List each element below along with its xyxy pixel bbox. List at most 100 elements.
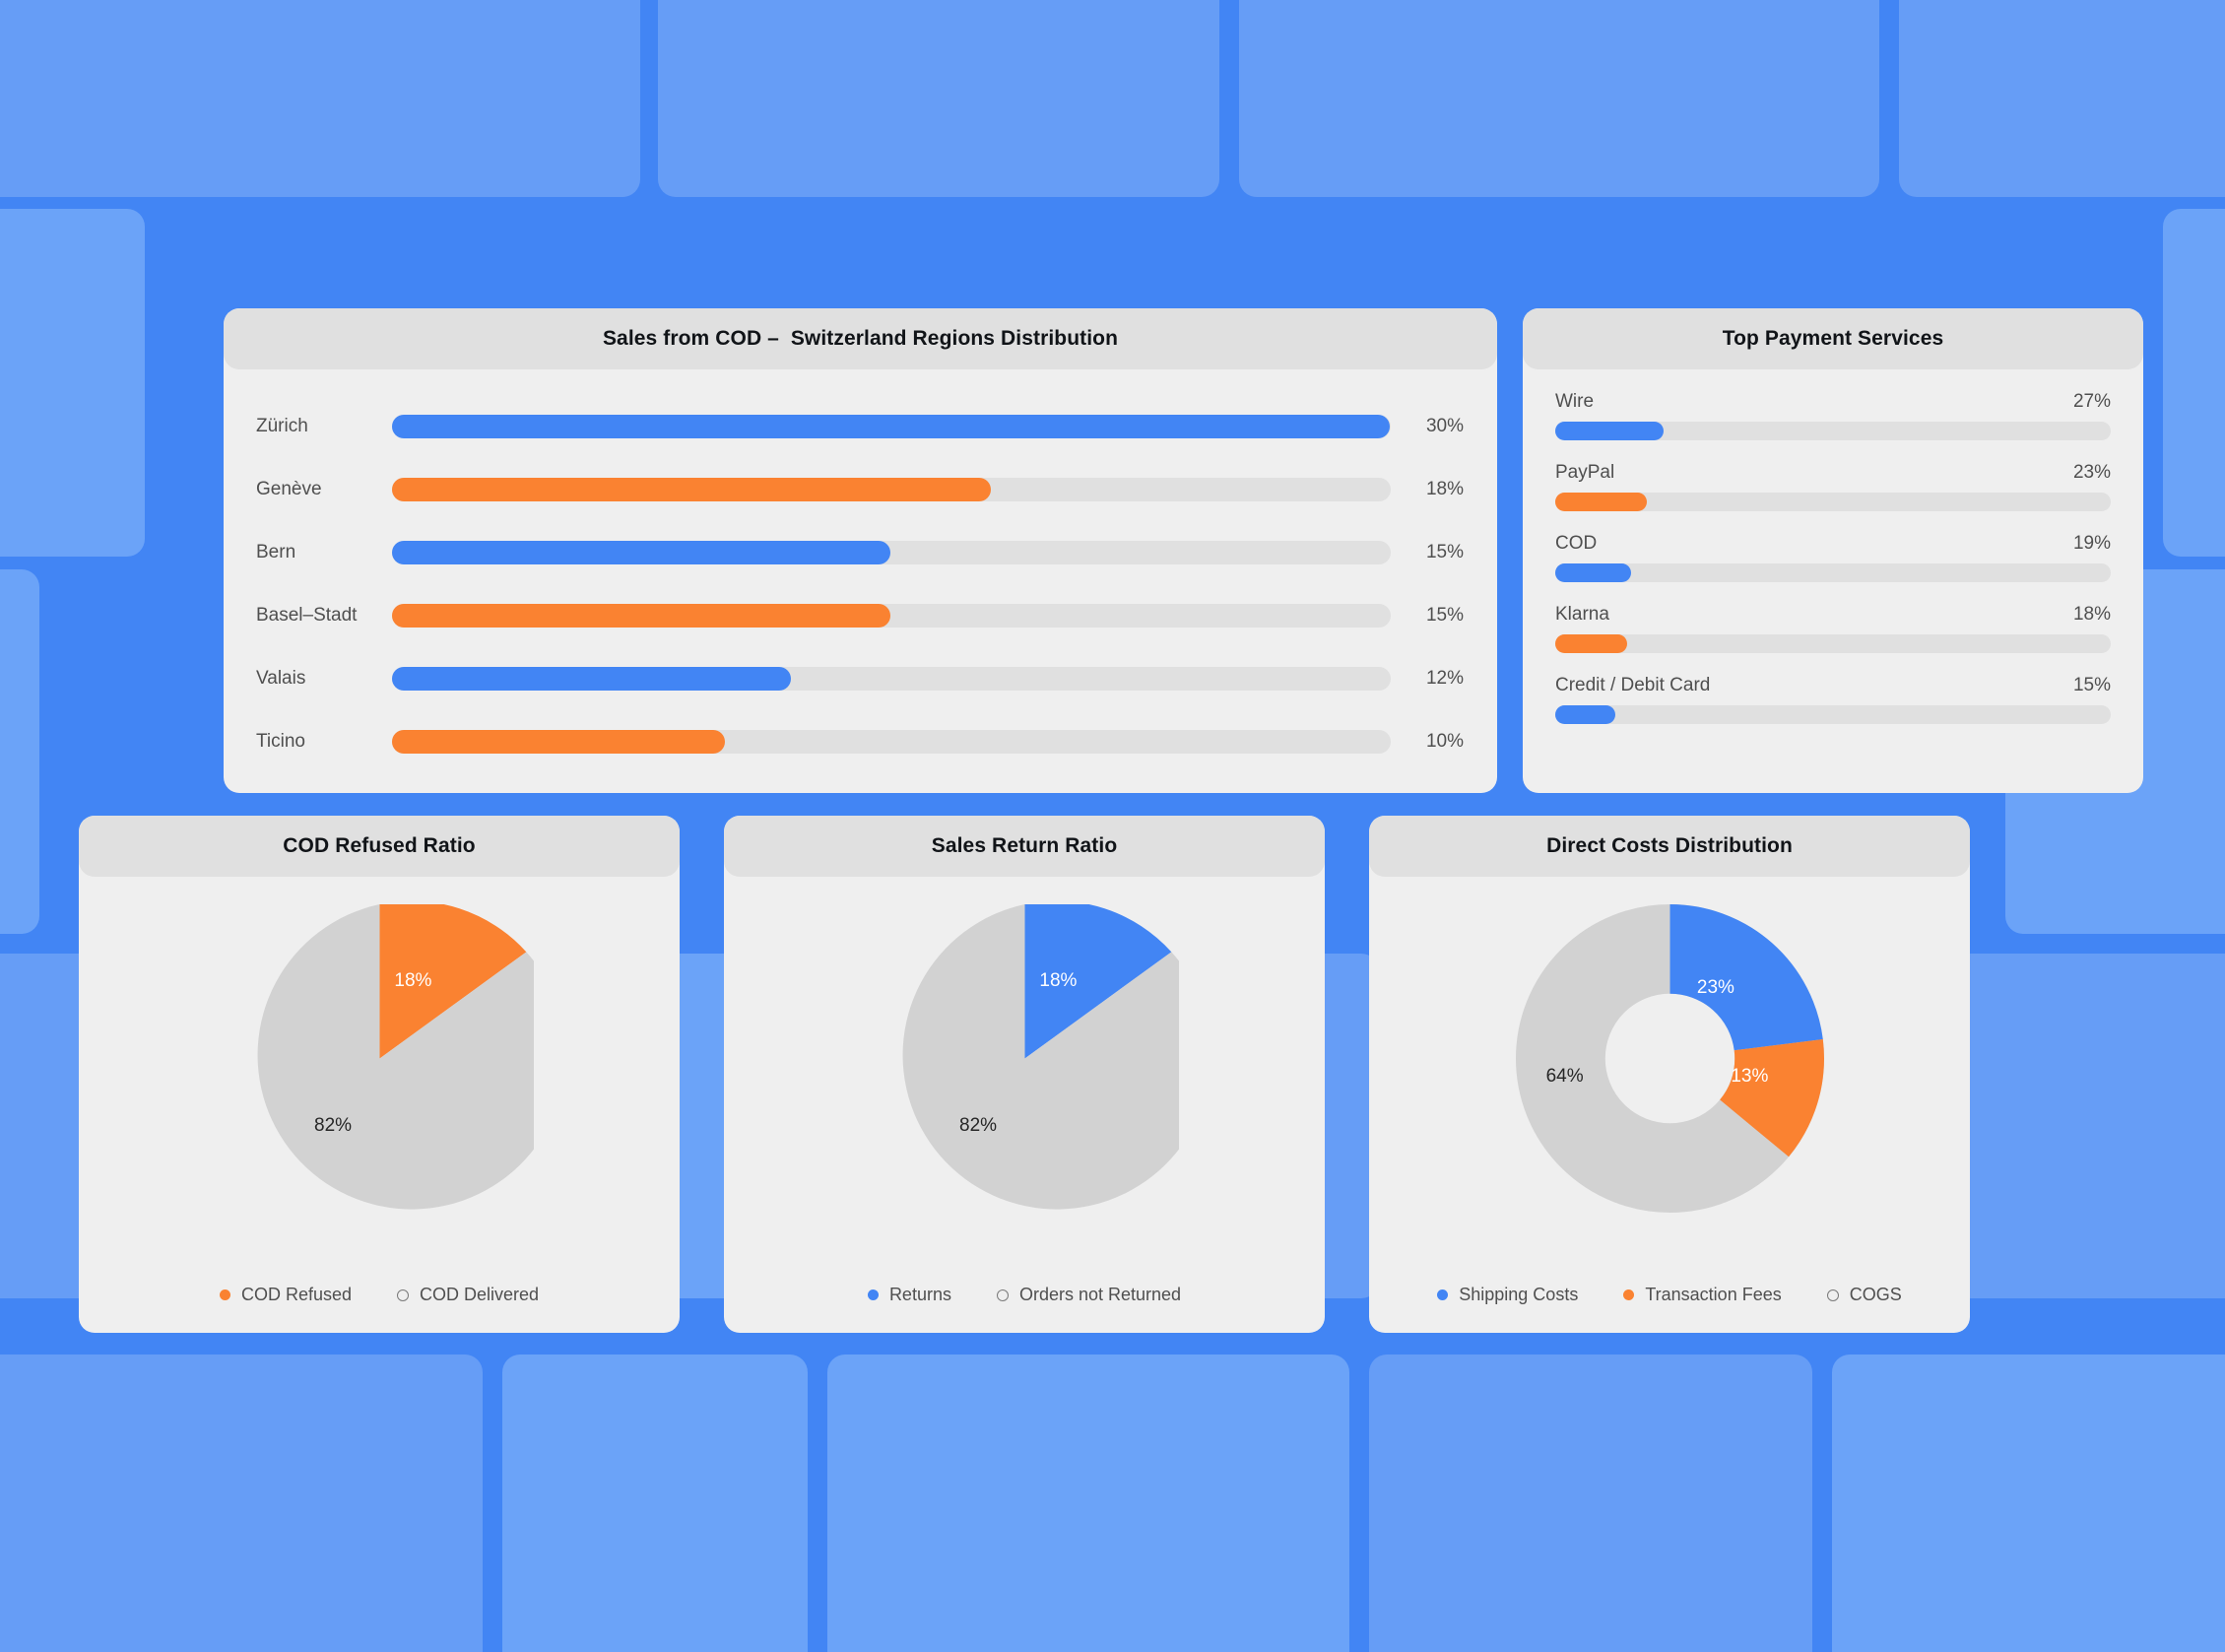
legend-item[interactable]: COGS bbox=[1826, 1285, 1902, 1305]
region-bar-row: Zürich 30% bbox=[224, 395, 1497, 458]
payment-service-percent: 23% bbox=[2072, 462, 2111, 483]
payment-bar-track bbox=[1555, 422, 2111, 440]
region-label: Valais bbox=[256, 668, 306, 689]
region-bar-row: Basel–Stadt 15% bbox=[224, 584, 1497, 647]
chart-body: 18% 82% Returns Orders not Returned bbox=[724, 877, 1325, 1333]
cod-refused-ratio-panel: COD Refused Ratio 18% 82% COD Refused COD… bbox=[79, 816, 680, 1333]
payment-service-row: Credit / Debit Card 15% bbox=[1555, 675, 2111, 724]
donut-chart-costs: 23% 13% 64% bbox=[1369, 898, 1970, 1219]
region-bar-fill bbox=[392, 667, 792, 691]
legend-item[interactable]: COD Delivered bbox=[397, 1285, 539, 1305]
payment-service-label: Wire bbox=[1555, 391, 1595, 412]
legend-dot-icon bbox=[397, 1289, 409, 1301]
chart-legend: COD Refused COD Delivered bbox=[79, 1285, 680, 1305]
region-label: Ticino bbox=[256, 731, 305, 752]
page-title: Top Payment Services bbox=[1722, 327, 1944, 350]
region-percent: 30% bbox=[1425, 416, 1464, 436]
legend-label: Shipping Costs bbox=[1459, 1285, 1579, 1304]
region-bar-track bbox=[392, 415, 1391, 438]
chart-body: 18% 82% COD Refused COD Delivered bbox=[79, 877, 680, 1333]
payment-bar-track bbox=[1555, 493, 2111, 511]
regions-bar-list: Zürich 30% Genève 18% Bern 15% Basel–Stadt 15% V… bbox=[224, 369, 1497, 773]
payment-bar-track bbox=[1555, 563, 2111, 582]
legend-item[interactable]: Transaction Fees bbox=[1623, 1285, 1782, 1305]
legend-label: COD Refused bbox=[240, 1285, 352, 1304]
payment-service-percent: 27% bbox=[2072, 391, 2111, 412]
panel-header: Direct Costs Distribution bbox=[1369, 816, 1970, 877]
region-bar-row: Ticino 10% bbox=[224, 710, 1497, 773]
pie-svg bbox=[902, 904, 1179, 1210]
legend-item[interactable]: COD Refused bbox=[219, 1285, 352, 1305]
background-card bbox=[0, 0, 640, 197]
pie-chart-cod: 18% 82% bbox=[79, 898, 680, 1219]
legend-label: Orders not Returned bbox=[1018, 1285, 1182, 1304]
region-bar-row: Valais 12% bbox=[224, 647, 1497, 710]
legend-item[interactable]: Shipping Costs bbox=[1437, 1285, 1578, 1305]
payment-bar-fill bbox=[1555, 563, 1632, 582]
region-bar-row: Genève 18% bbox=[224, 458, 1497, 521]
payment-bar-fill bbox=[1555, 705, 1615, 724]
region-bar-track bbox=[392, 730, 1391, 754]
background-card bbox=[0, 1355, 483, 1652]
payment-service-label: PayPal bbox=[1555, 462, 1615, 483]
chart-legend: Shipping Costs Transaction Fees COGS bbox=[1369, 1285, 1970, 1305]
region-bar-fill bbox=[392, 478, 991, 501]
chart-body: 23% 13% 64% Shipping Costs Transaction Fe… bbox=[1369, 877, 1970, 1333]
background-card bbox=[1239, 0, 1879, 197]
payment-service-row: Wire 27% bbox=[1555, 391, 2111, 440]
legend-item[interactable]: Orders not Returned bbox=[996, 1285, 1182, 1305]
payment-bar-fill bbox=[1555, 634, 1628, 653]
region-bar-row: Bern 15% bbox=[224, 521, 1497, 584]
panel-header: Sales from COD – Switzerland Regions Dis… bbox=[224, 308, 1497, 369]
payment-bar-fill bbox=[1555, 493, 1648, 511]
region-bar-fill bbox=[392, 541, 891, 564]
legend-dot-icon bbox=[1826, 1289, 1839, 1301]
panel-header: COD Refused Ratio bbox=[79, 816, 680, 877]
legend-dot-icon bbox=[996, 1289, 1009, 1301]
background-card bbox=[1899, 0, 2225, 197]
region-bar-fill bbox=[392, 604, 891, 628]
background-card bbox=[1369, 1355, 1812, 1652]
page-title: COD Refused Ratio bbox=[283, 834, 476, 857]
payment-bar-track bbox=[1555, 634, 2111, 653]
legend-item[interactable]: Returns bbox=[867, 1285, 951, 1305]
payment-bar-fill bbox=[1555, 422, 1664, 440]
page-title: Sales Return Ratio bbox=[931, 834, 1118, 857]
region-bar-track bbox=[392, 541, 1391, 564]
legend-label: Returns bbox=[888, 1285, 951, 1304]
payment-service-label: Klarna bbox=[1555, 604, 1609, 625]
page-title: Sales from COD – Switzerland Regions Dis… bbox=[602, 327, 1119, 350]
payment-service-label: Credit / Debit Card bbox=[1555, 675, 1711, 695]
region-percent: 12% bbox=[1425, 668, 1464, 689]
region-label: Bern bbox=[256, 542, 296, 562]
background-card bbox=[2163, 209, 2225, 557]
donut-svg bbox=[1515, 904, 1824, 1213]
payment-service-row: Klarna 18% bbox=[1555, 604, 2111, 653]
background-card bbox=[658, 0, 1219, 197]
region-label: Zürich bbox=[256, 416, 308, 436]
region-bar-track bbox=[392, 667, 1391, 691]
region-label: Genève bbox=[256, 479, 322, 499]
region-percent: 15% bbox=[1425, 605, 1464, 626]
top-payment-services-panel: Top Payment Services Wire 27% PayPal 23% COD… bbox=[1523, 308, 2143, 793]
payment-bar-track bbox=[1555, 705, 2111, 724]
payment-service-row: PayPal 23% bbox=[1555, 462, 2111, 511]
payment-service-label: COD bbox=[1555, 533, 1598, 554]
legend-dot-icon bbox=[219, 1289, 230, 1300]
legend-dot-icon bbox=[1437, 1289, 1449, 1300]
legend-dot-icon bbox=[867, 1289, 879, 1300]
payment-service-row: COD 19% bbox=[1555, 533, 2111, 582]
payment-service-percent: 19% bbox=[2072, 533, 2111, 554]
legend-label: Transaction Fees bbox=[1645, 1285, 1782, 1304]
background-card bbox=[0, 569, 39, 934]
payment-service-percent: 18% bbox=[2072, 604, 2111, 625]
chart-legend: Returns Orders not Returned bbox=[724, 1285, 1325, 1305]
background-card bbox=[502, 1355, 808, 1652]
panel-header: Top Payment Services bbox=[1523, 308, 2143, 369]
region-percent: 10% bbox=[1425, 731, 1464, 752]
region-bar-fill bbox=[392, 415, 1390, 438]
region-bar-track bbox=[392, 604, 1391, 628]
region-bar-fill bbox=[392, 730, 725, 754]
direct-costs-distribution-panel: Direct Costs Distribution 23% 13% 64% Sh… bbox=[1369, 816, 1970, 1333]
sales-return-ratio-panel: Sales Return Ratio 18% 82% Returns Orders… bbox=[724, 816, 1325, 1333]
